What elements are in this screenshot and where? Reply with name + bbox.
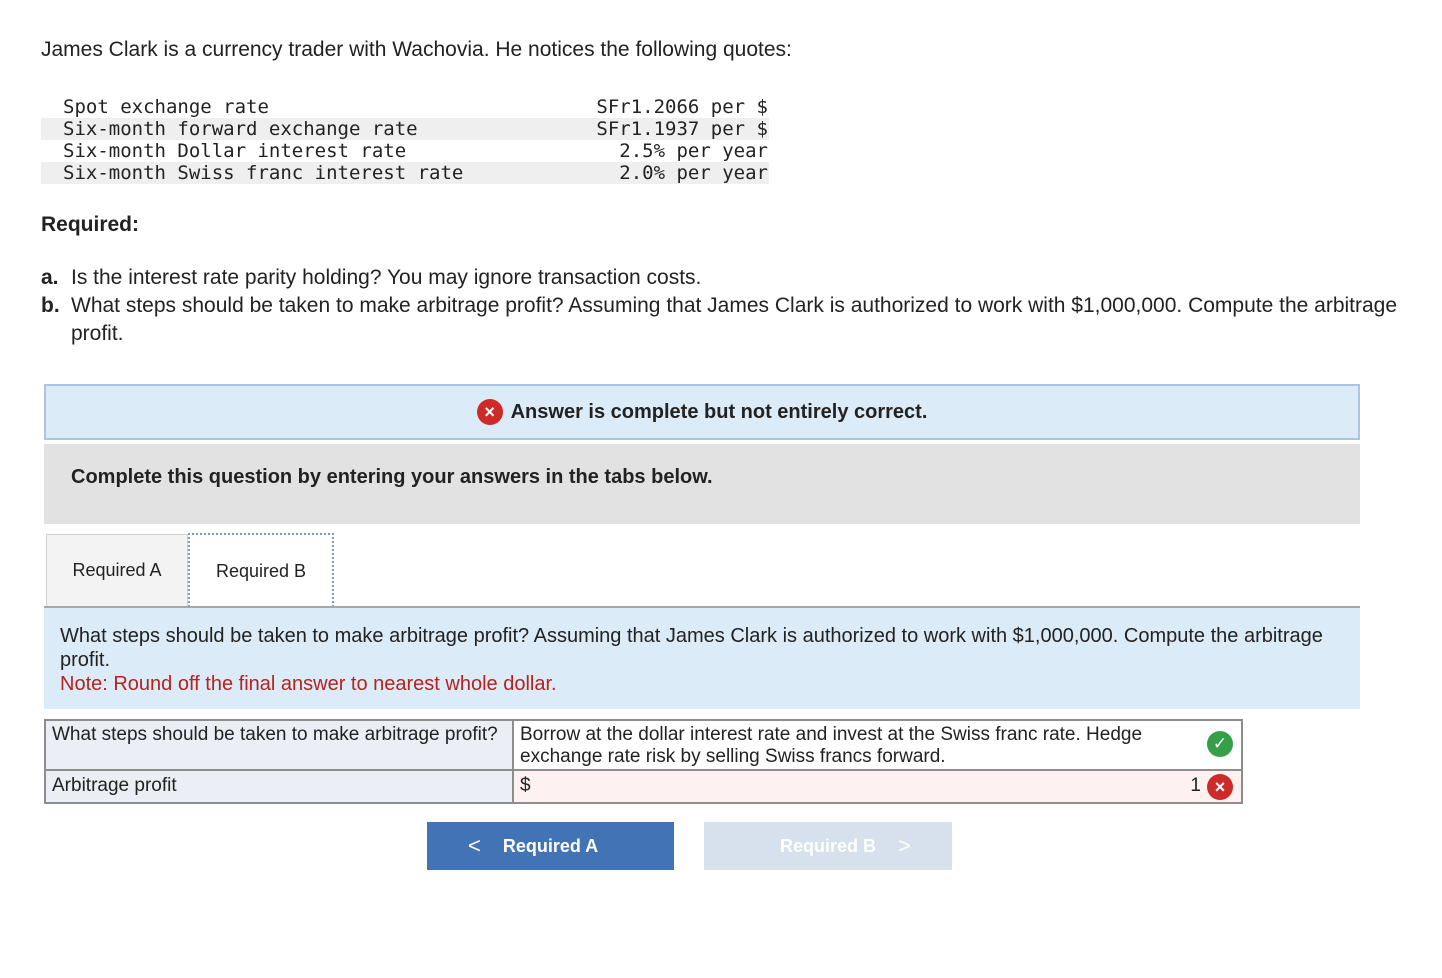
arbitrage-profit-input[interactable]: $ 1 × [512,769,1243,804]
quote-row: Spot exchange rate SFr1.2066 per $ [41,96,769,118]
result-banner-text: Answer is complete but not entirely corr… [510,400,928,423]
quote-value: 2.0% per year [619,162,768,184]
panel-note: Note: Round off the final answer to near… [60,673,557,695]
points-badge: 1 [1190,775,1201,796]
instructions-box: Complete this question by entering your … [44,444,1360,524]
answer-table: What steps should be taken to make arbit… [44,719,1243,804]
quote-value: SFr1.2066 per $ [596,96,768,118]
result-banner: × Answer is complete but not entirely co… [44,384,1360,440]
steps-answer-text: Borrow at the dollar interest rate and i… [520,724,1143,767]
quote-row: Six-month forward exchange rate SFr1.193… [41,118,769,140]
table-row: What steps should be taken to make arbit… [44,719,1243,771]
table-row: Arbitrage profit $ 1 × [44,769,1243,804]
required-heading: Required: [41,213,140,236]
check-icon: ✓ [1207,731,1233,757]
question-list: a. Is the interest rate parity holding? … [41,264,1431,348]
question-item: a. Is the interest rate parity holding? … [41,264,1431,292]
question-panel: What steps should be taken to make arbit… [44,608,1360,709]
quote-label: Six-month forward exchange rate [63,118,418,140]
next-button-label: Required B [779,835,876,856]
quote-label: Six-month Dollar interest rate [63,140,407,162]
quote-row: Six-month Swiss franc interest rate 2.0%… [41,162,769,184]
next-required-b-button: < Required B > [704,822,952,870]
currency-prefix: $ [520,775,531,796]
panel-question: What steps should be taken to make arbit… [60,625,1323,671]
tab-required-b[interactable]: Required B [188,533,334,607]
question-letter: a. [41,266,59,289]
question-text: Is the interest rate parity holding? You… [71,266,702,289]
panel-text: What steps should be taken to make arbit… [60,624,1330,696]
error-icon: × [1207,774,1233,800]
error-icon: × [476,399,503,425]
quote-row: Six-month Dollar interest rate 2.5% per … [41,140,769,162]
prev-button-label: Required A [502,835,599,856]
tab-required-a[interactable]: Required A [46,534,188,606]
chevron-right-icon: > [898,833,911,858]
problem-intro: James Clark is a currency trader with Wa… [41,38,792,61]
steps-answer-select[interactable]: Borrow at the dollar interest rate and i… [512,719,1243,771]
answer-label: What steps should be taken to make arbit… [44,719,514,771]
chevron-left-icon: < [467,833,481,858]
quote-label: Spot exchange rate [63,96,269,118]
quote-label: Six-month Swiss franc interest rate [63,162,464,184]
question-item: b. What steps should be taken to make ar… [41,292,1431,348]
quote-value: 2.5% per year [619,140,768,162]
instructions-text: Complete this question by entering your … [71,466,713,488]
tab-bar: Required A Required B [46,533,334,607]
question-letter: b. [41,294,60,317]
prev-required-a-button[interactable]: < Required A > [427,822,674,870]
quote-value: SFr1.1937 per $ [596,118,768,140]
answer-label: Arbitrage profit [44,769,514,804]
question-text: What steps should be taken to make arbit… [71,294,1398,345]
quotes-table: Spot exchange rate SFr1.2066 per $ Six-m… [41,96,769,184]
